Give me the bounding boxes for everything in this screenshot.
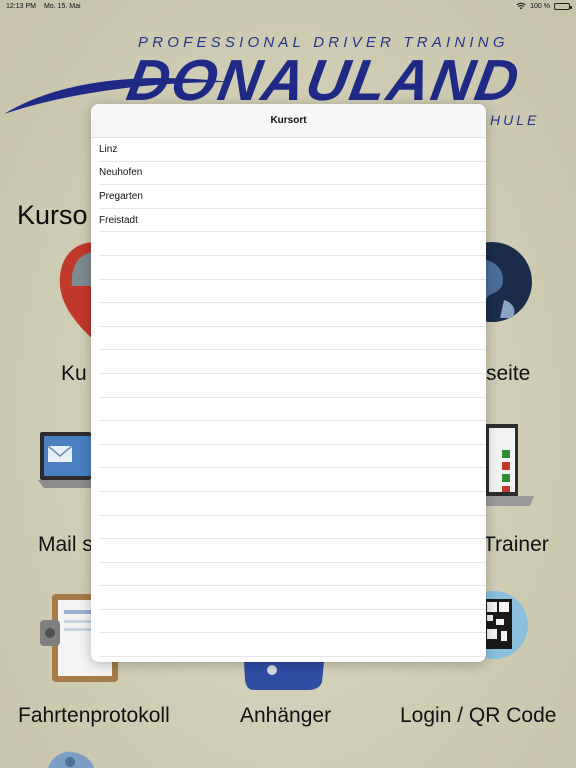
modal-title: Kursort	[91, 104, 486, 138]
status-date: Mo. 15. Mai	[43, 2, 81, 10]
empty-row	[99, 610, 486, 634]
globe-icon[interactable]	[484, 240, 534, 322]
empty-row	[99, 327, 486, 351]
status-bar: 12:13 PM Mo. 15. Mai 100 %	[0, 0, 576, 12]
empty-row	[99, 350, 486, 374]
empty-row	[99, 445, 486, 469]
location-picker-modal: Kursort Linz Neuhofen Pregarten Freistadt	[91, 104, 486, 662]
empty-row	[99, 256, 486, 280]
location-option[interactable]: Neuhofen	[99, 162, 486, 186]
laptop-checklist-icon[interactable]	[486, 420, 536, 512]
location-option[interactable]: Freistadt	[99, 209, 486, 233]
tile-label-protocol[interactable]: Fahrtenprotokoll	[18, 704, 170, 728]
empty-row	[99, 516, 486, 540]
empty-row	[99, 468, 486, 492]
empty-row	[99, 421, 486, 445]
tile-label-mail[interactable]: Mail s	[38, 533, 93, 557]
empty-row	[99, 280, 486, 304]
empty-row	[99, 398, 486, 422]
empty-row	[99, 539, 486, 563]
empty-row	[99, 633, 486, 658]
trailer-icon[interactable]	[244, 662, 324, 690]
tile-label-course[interactable]: Ku	[61, 362, 87, 386]
logo-wordmark: DONAULAND	[122, 48, 526, 113]
empty-row	[99, 492, 486, 516]
settings-icon[interactable]	[44, 748, 96, 768]
location-option[interactable]: Linz	[99, 138, 486, 162]
laptop-mail-icon[interactable]	[38, 428, 91, 498]
empty-row	[99, 303, 486, 327]
tile-label-login[interactable]: Login / QR Code	[400, 704, 556, 728]
empty-row	[99, 563, 486, 587]
tile-label-website[interactable]: seite	[486, 362, 530, 386]
battery-icon	[554, 2, 572, 10]
location-option[interactable]: Pregarten	[99, 185, 486, 209]
tile-label-trainer[interactable]: Trainer	[483, 533, 549, 557]
empty-row	[99, 586, 486, 610]
empty-row	[99, 374, 486, 398]
tile-label-trailer[interactable]: Anhänger	[240, 704, 331, 728]
status-time: 12:13 PM	[6, 2, 36, 10]
wifi-icon	[516, 2, 526, 10]
empty-row	[99, 232, 486, 256]
logo-subtitle: HULE	[490, 112, 540, 128]
battery-percent: 100 %	[530, 2, 550, 10]
section-title: Kurso	[17, 200, 88, 230]
location-list: Linz Neuhofen Pregarten Freistadt	[91, 138, 486, 658]
